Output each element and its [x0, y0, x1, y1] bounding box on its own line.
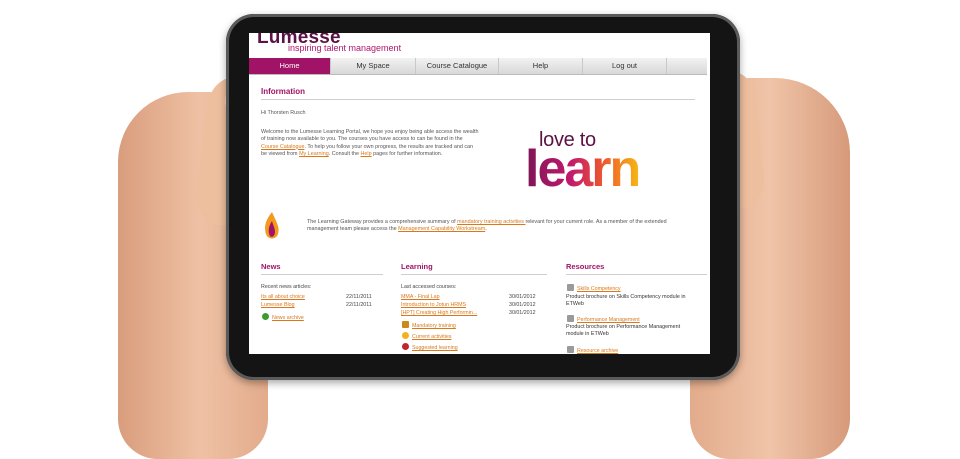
learning-divider [401, 274, 547, 275]
nav-help[interactable]: Help [499, 58, 583, 74]
news-subtitle: Recent news articles: [261, 284, 312, 290]
course-link[interactable]: Introduction to Jotun HRMS [401, 302, 466, 308]
news-item-date: 22/11/2011 [346, 294, 372, 300]
news-item-link[interactable]: Lumesse Blog [261, 302, 295, 308]
brand-tagline: inspiring talent management [288, 43, 402, 53]
archive-icon [567, 346, 574, 353]
news-archive[interactable]: News archive [262, 313, 304, 321]
medal-icon [402, 321, 409, 328]
course-date: 30/01/2012 [509, 294, 536, 300]
resource-link[interactable]: Skills Competency [577, 286, 621, 292]
resource-archive-link[interactable]: Resource archive [577, 348, 618, 354]
nav-log-out[interactable]: Log out [583, 58, 667, 74]
document-icon [567, 284, 574, 291]
nav-home[interactable]: Home [249, 58, 331, 74]
course-link[interactable]: MMA - Final Lap [401, 294, 440, 300]
mandatory-training[interactable]: Mandatory training [402, 321, 456, 329]
news-item-link[interactable]: Its all about choice [261, 294, 305, 300]
welcome-text-1: Welcome to the Lumesse Learning Portal, … [261, 129, 479, 143]
gateway-text-3: . [485, 226, 487, 233]
suggested-learning[interactable]: Suggested learning [402, 343, 458, 351]
resources-heading: Resources [566, 262, 605, 271]
resource-archive[interactable]: Resource archive [567, 346, 618, 354]
my-learning-link[interactable]: My Learning [299, 151, 329, 157]
news-item-date: 22/11/2011 [346, 302, 372, 308]
star-icon [402, 332, 409, 339]
nav-my-space[interactable]: My Space [331, 58, 416, 74]
course-date: 30/01/2012 [509, 302, 536, 308]
help-link[interactable]: Help [361, 151, 372, 157]
mandatory-training-link[interactable]: Mandatory training [412, 323, 456, 329]
information-heading: Information [261, 87, 305, 96]
management-capability-link[interactable]: Management Capability Workstream [398, 226, 485, 232]
current-activities-link[interactable]: Current activities [412, 334, 451, 340]
course-date: 30/01/2012 [509, 310, 536, 316]
current-activities[interactable]: Current activities [402, 332, 451, 340]
welcome-text-3: . Consult the [328, 150, 361, 157]
welcome-paragraph: Welcome to the Lumesse Learning Portal, … [261, 129, 479, 158]
news-heading: News [261, 262, 281, 271]
tablet-screen: Lumesse inspiring talent management Home… [249, 33, 710, 354]
main-nav: Home My Space Course Catalogue Help Log … [249, 58, 707, 75]
resource-item[interactable]: Performance Management [567, 315, 640, 323]
resource-item[interactable]: Skills Competency [567, 284, 621, 292]
greeting-text: Hi Thorsten Rusch [261, 110, 306, 116]
resource-description: Product brochure on Performance Manageme… [566, 324, 681, 338]
nav-course-catalogue[interactable]: Course Catalogue [416, 58, 499, 74]
resource-description: Product brochure on Skills Competency mo… [566, 294, 686, 308]
mandatory-training-activities-link[interactable]: mandatory training activities [457, 219, 525, 225]
news-archive-link[interactable]: News archive [272, 315, 304, 321]
learning-subtitle: Last accessed courses: [401, 284, 457, 290]
learning-heading: Learning [401, 262, 433, 271]
suggested-learning-link[interactable]: Suggested learning [412, 345, 458, 351]
apple-icon [402, 343, 409, 350]
news-divider [261, 274, 383, 275]
gateway-text-1: The Learning Gateway provides a comprehe… [307, 219, 458, 225]
information-divider [261, 99, 695, 100]
resource-link[interactable]: Performance Management [577, 317, 640, 323]
news-archive-icon [262, 313, 269, 320]
gateway-paragraph: The Learning Gateway provides a comprehe… [307, 219, 697, 234]
document-icon [567, 315, 574, 322]
course-catalogue-link[interactable]: Course Catalogue [261, 144, 304, 150]
flame-icon [265, 212, 279, 239]
welcome-text-4: pages for further information. [371, 150, 443, 157]
resources-divider [566, 274, 707, 275]
banner-learn: learn [525, 140, 641, 198]
course-link[interactable]: [HPT] Creating High Performin... [401, 310, 477, 316]
